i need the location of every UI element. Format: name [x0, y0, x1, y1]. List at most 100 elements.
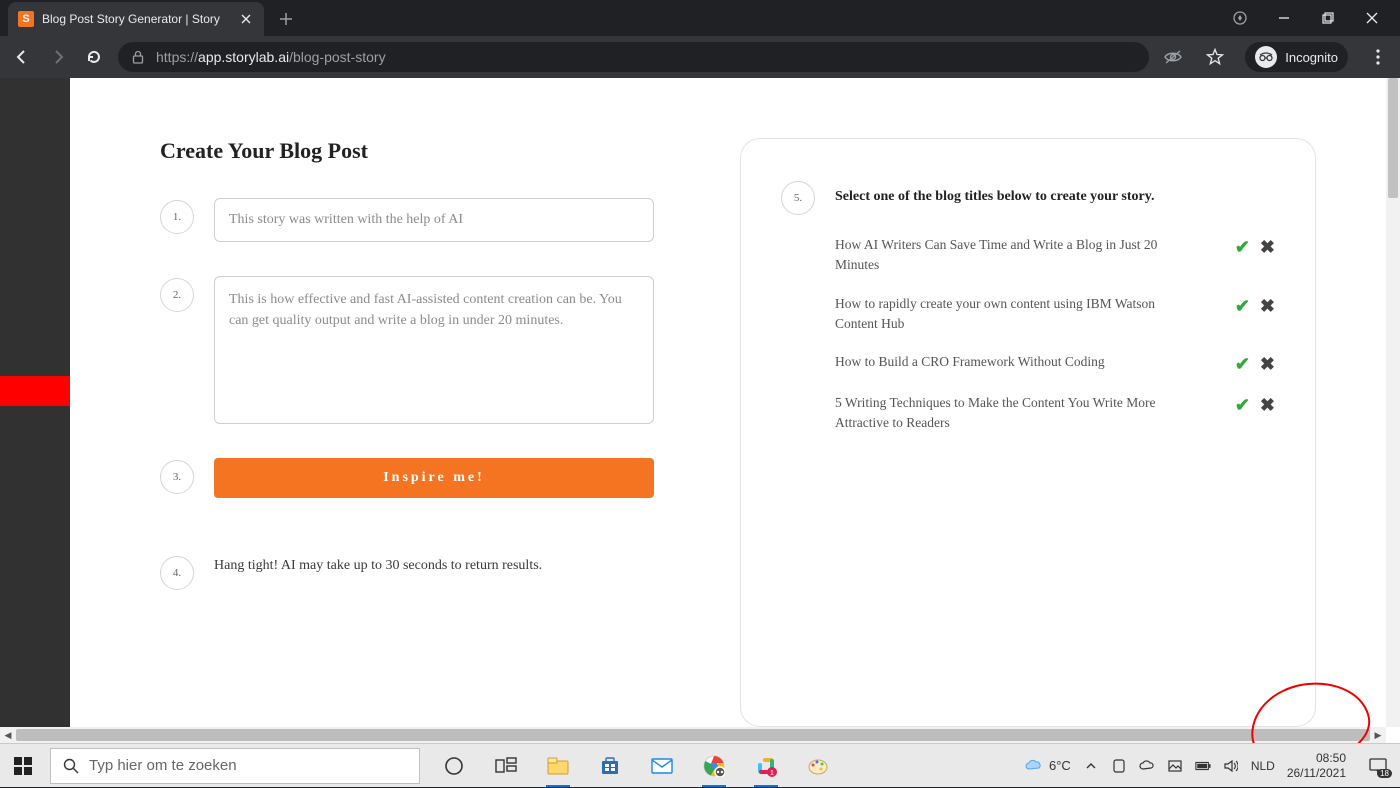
paint-icon[interactable]	[804, 752, 832, 780]
reject-icon[interactable]: ✖	[1260, 237, 1275, 258]
microsoft-store-icon[interactable]	[596, 752, 624, 780]
file-explorer-icon[interactable]	[544, 752, 572, 780]
step-number-4: 4.	[160, 556, 194, 590]
taskbar-search[interactable]: Typ hier om te zoeken	[50, 748, 420, 784]
title-actions: ✔ ✖	[1235, 354, 1275, 375]
title-text[interactable]: 5 Writing Techniques to Make the Content…	[835, 393, 1165, 434]
accept-icon[interactable]: ✔	[1235, 354, 1250, 375]
forward-button[interactable]	[46, 45, 70, 69]
step-5-header: 5. Select one of the blog titles below t…	[781, 179, 1275, 215]
task-view-icon[interactable]	[492, 752, 520, 780]
reject-icon[interactable]: ✖	[1260, 395, 1275, 416]
bluetooth-icon[interactable]	[1111, 758, 1127, 774]
results-heading: Select one of the blog titles below to c…	[835, 189, 1154, 205]
title-row: How AI Writers Can Save Time and Write a…	[835, 235, 1275, 276]
status-text: Hang tight! AI may take up to 30 seconds…	[214, 558, 542, 574]
step-number-2: 2.	[160, 278, 194, 312]
incognito-icon	[1255, 46, 1277, 68]
volume-icon[interactable]	[1223, 758, 1239, 774]
battery-icon[interactable]	[1195, 758, 1211, 774]
tray-chevron-up-icon[interactable]	[1083, 758, 1099, 774]
url-scheme: https://	[156, 49, 198, 65]
step-4: 4. Hang tight! AI may take up to 30 seco…	[160, 554, 680, 590]
title-text[interactable]: How AI Writers Can Save Time and Write a…	[835, 235, 1165, 276]
step-1: 1.	[160, 198, 680, 242]
step-number-1: 1.	[160, 200, 194, 234]
page-left-gutter	[0, 78, 70, 743]
tab-title: Blog Post Story Generator | Story	[42, 12, 230, 26]
app-layout: Create Your Blog Post 1. 2. This is how …	[70, 78, 1386, 727]
slack-icon[interactable]: 1	[752, 752, 780, 780]
taskbar-clock[interactable]: 08:50 26/11/2021	[1287, 751, 1346, 780]
weather-temp: 6°C	[1049, 758, 1071, 773]
incognito-label: Incognito	[1285, 50, 1338, 65]
topic-input[interactable]	[214, 198, 654, 242]
inspire-me-button[interactable]: Inspire me!	[214, 458, 654, 498]
title-row: How to rapidly create your own content u…	[835, 294, 1275, 335]
minimize-icon[interactable]	[1274, 8, 1294, 28]
scroll-right-arrow-icon[interactable]: ▶	[1370, 727, 1386, 743]
search-icon	[63, 758, 79, 774]
maximize-icon[interactable]	[1318, 8, 1338, 28]
tracking-eye-icon[interactable]	[1161, 45, 1185, 69]
url-host: app.storylab.ai	[198, 49, 289, 65]
photos-tray-icon[interactable]	[1167, 758, 1183, 774]
reject-icon[interactable]: ✖	[1260, 354, 1275, 375]
system-tray: 6°C NLD 08:50 26/11/2021 18	[1025, 751, 1400, 780]
step-number-3: 3.	[160, 460, 194, 494]
step-3: 3. Inspire me!	[160, 458, 680, 498]
scroll-left-arrow-icon[interactable]: ◀	[0, 727, 16, 743]
reload-button[interactable]	[82, 45, 106, 69]
accept-icon[interactable]: ✔	[1235, 395, 1250, 416]
chrome-icon[interactable]	[700, 752, 728, 780]
browser-menu-icon[interactable]	[1366, 45, 1390, 69]
page-title: Create Your Blog Post	[160, 138, 680, 164]
address-bar[interactable]: https://app.storylab.ai/blog-post-story	[118, 42, 1149, 72]
taskbar-apps: 1	[440, 752, 832, 780]
title-row: How to Build a CRO Framework Without Cod…	[835, 352, 1275, 375]
action-center-icon[interactable]: 18	[1364, 752, 1392, 780]
scroll-thumb[interactable]	[1388, 78, 1398, 198]
tab-strip: S Blog Post Story Generator | Story	[0, 0, 1400, 36]
svg-text:1: 1	[770, 770, 774, 777]
title-text[interactable]: How to Build a CRO Framework Without Cod…	[835, 352, 1105, 372]
start-button[interactable]	[0, 744, 46, 788]
description-input[interactable]: This is how effective and fast AI-assist…	[214, 276, 654, 424]
window-controls	[1230, 0, 1400, 36]
browser-toolbar: https://app.storylab.ai/blog-post-story …	[0, 36, 1400, 78]
titles-list: How AI Writers Can Save Time and Write a…	[781, 235, 1275, 434]
accept-icon[interactable]: ✔	[1235, 296, 1250, 317]
search-placeholder: Typ hier om te zoeken	[89, 757, 237, 774]
onedrive-icon[interactable]	[1139, 758, 1155, 774]
url-text: https://app.storylab.ai/blog-post-story	[156, 49, 386, 65]
toolbar-right: Incognito	[1161, 42, 1390, 72]
vertical-scrollbar[interactable]: ▲	[1386, 78, 1400, 727]
browser-tab-active[interactable]: S Blog Post Story Generator | Story	[8, 2, 264, 36]
clock-date: 26/11/2021	[1287, 766, 1346, 780]
new-tab-button[interactable]	[272, 5, 300, 33]
close-window-icon[interactable]	[1362, 8, 1382, 28]
accept-icon[interactable]: ✔	[1235, 237, 1250, 258]
windows-taskbar: Typ hier om te zoeken 1 6°C NLD 08:50 26…	[0, 743, 1400, 787]
incognito-badge[interactable]: Incognito	[1245, 42, 1348, 72]
h-scroll-thumb[interactable]	[16, 729, 1370, 741]
favicon: S	[18, 11, 34, 27]
lock-icon	[132, 50, 146, 64]
tab-close-icon[interactable]	[238, 11, 254, 27]
browser-chrome: S Blog Post Story Generator | Story http…	[0, 0, 1400, 78]
windows-logo-icon	[14, 757, 32, 775]
bookmark-star-icon[interactable]	[1203, 45, 1227, 69]
weather-widget[interactable]: 6°C	[1025, 758, 1071, 773]
step-2: 2. This is how effective and fast AI-ass…	[160, 276, 680, 424]
reject-icon[interactable]: ✖	[1260, 296, 1275, 317]
back-button[interactable]	[10, 45, 34, 69]
mail-icon[interactable]	[648, 752, 676, 780]
title-text[interactable]: How to rapidly create your own content u…	[835, 294, 1165, 335]
title-actions: ✔ ✖	[1235, 237, 1275, 258]
cortana-icon[interactable]	[440, 752, 468, 780]
title-actions: ✔ ✖	[1235, 296, 1275, 317]
input-language[interactable]: NLD	[1251, 759, 1275, 773]
sidebar-red-marker	[0, 376, 70, 406]
horizontal-scrollbar[interactable]: ◀ ▶	[0, 727, 1386, 743]
shield-icon[interactable]	[1230, 8, 1250, 28]
